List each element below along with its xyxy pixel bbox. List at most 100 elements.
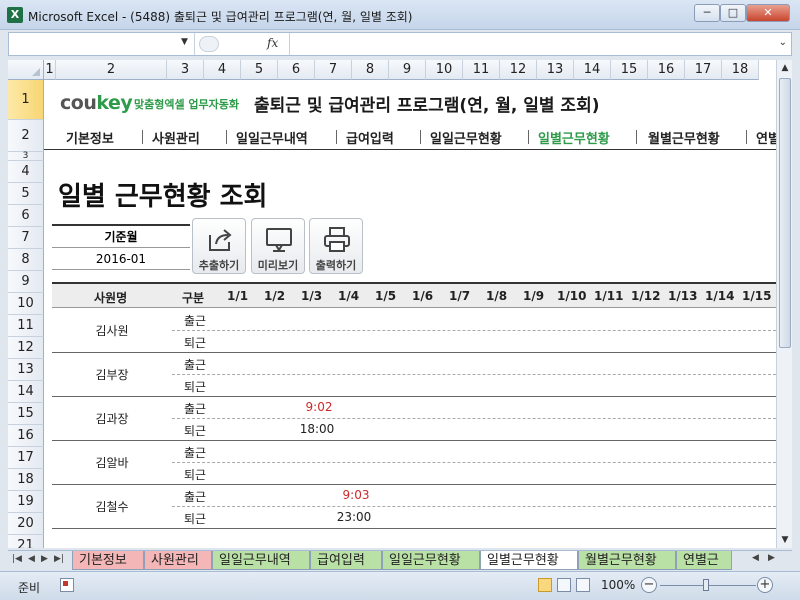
scroll-left-icon[interactable]: ◀ [752, 553, 759, 563]
worksheet-grid[interactable]: 1 2 3 4 5 6 7 8 9 10 11 12 13 14 15 16 17 18 1 2 3 4 5 6 7 8 9 10 1… [8, 60, 776, 548]
status-ready: 준비 [18, 581, 41, 595]
nav-salary-input[interactable]: 급여입력 [346, 128, 394, 147]
row-header[interactable]: 2 [8, 120, 44, 152]
row-header[interactable]: 6 [8, 205, 44, 227]
column-header[interactable]: 16 [648, 60, 685, 80]
row-header[interactable]: 5 [8, 183, 44, 205]
name-box[interactable] [9, 33, 195, 55]
column-header[interactable]: 14 [574, 60, 611, 80]
employee-row[interactable]: 김철수 출근 9:03 퇴근 23:00 [52, 485, 776, 529]
sheet-tab[interactable]: 사원관리 [144, 551, 212, 570]
next-sheet-icon[interactable]: ▶ [41, 554, 48, 564]
zoom-out-button[interactable]: − [641, 577, 657, 593]
clock-in-row: 출근 9:02 [172, 397, 776, 419]
row-header[interactable]: 4 [8, 161, 44, 183]
employee-row[interactable]: 김알바 출근 퇴근 [52, 441, 776, 485]
print-button[interactable]: 출력하기 [309, 218, 363, 274]
sheet-tab[interactable]: 기본정보 [72, 551, 144, 570]
first-sheet-icon[interactable]: |◀ [12, 554, 22, 564]
nav-daily-status[interactable]: 일일근무현황 [430, 128, 502, 147]
row-header[interactable]: 8 [8, 249, 44, 271]
column-header[interactable]: 9 [389, 60, 426, 80]
nav-yearly-status[interactable]: 연별 [756, 128, 776, 147]
export-button[interactable]: 추출하기 [192, 218, 246, 274]
sheet-tab[interactable]: 연별근 [676, 551, 732, 570]
formula-cancel-button[interactable] [199, 36, 219, 52]
column-header[interactable]: 13 [537, 60, 574, 80]
row-header[interactable]: 14 [8, 381, 44, 403]
clock-in-label: 출근 [184, 314, 207, 328]
zoom-slider-thumb[interactable] [703, 579, 709, 591]
column-header[interactable]: 11 [463, 60, 500, 80]
nav-monthly-status[interactable]: 월별근무현황 [648, 128, 720, 147]
nav-by-day-status[interactable]: 일별근무현황 [538, 128, 610, 147]
employee-row[interactable]: 김사원 출근 퇴근 [52, 309, 776, 353]
column-header[interactable]: 10 [426, 60, 463, 80]
row-header[interactable]: 19 [8, 491, 44, 513]
employee-row[interactable]: 김부장 출근 퇴근 [52, 353, 776, 397]
column-header[interactable]: 3 [167, 60, 204, 80]
macro-record-icon[interactable] [60, 578, 74, 592]
nav-employee-management[interactable]: 사원관리 [152, 128, 200, 147]
row-header[interactable]: 18 [8, 469, 44, 491]
column-header[interactable]: 1 [44, 60, 56, 80]
preview-button[interactable]: 미리보기 [251, 218, 305, 274]
row-header[interactable]: 1 [8, 80, 44, 120]
prev-sheet-icon[interactable]: ◀ [28, 554, 35, 564]
zoom-in-button[interactable]: + [757, 577, 773, 593]
row-header[interactable]: 9 [8, 271, 44, 293]
select-all-corner[interactable] [8, 60, 44, 80]
insert-function-button[interactable]: fx [267, 36, 278, 50]
sheet-tab[interactable]: 일일근무현황 [382, 551, 480, 570]
expand-formula-bar-icon[interactable]: ⌄ [779, 37, 787, 48]
column-header[interactable]: 8 [352, 60, 389, 80]
row-header[interactable]: 13 [8, 359, 44, 381]
page-break-preview-button[interactable] [576, 578, 590, 592]
row-header[interactable]: 12 [8, 337, 44, 359]
scroll-down-icon[interactable]: ▼ [777, 532, 793, 548]
row-header[interactable]: 3 [8, 151, 44, 161]
row-header[interactable]: 20 [8, 513, 44, 535]
base-month-input[interactable]: 2016-01 [52, 248, 190, 270]
row-header[interactable]: 10 [8, 293, 44, 315]
close-button[interactable]: ✕ [746, 4, 790, 22]
column-header[interactable]: 12 [500, 60, 537, 80]
scroll-up-icon[interactable]: ▲ [777, 60, 793, 76]
horizontal-scroll-arrows[interactable]: ◀ ▶ [748, 553, 792, 567]
row-header[interactable]: 16 [8, 425, 44, 447]
scroll-thumb[interactable] [779, 78, 791, 348]
row-header[interactable]: 15 [8, 403, 44, 425]
employee-row[interactable]: 김과장 출근 9:02 퇴근 18:00 [52, 397, 776, 441]
row-header[interactable]: 17 [8, 447, 44, 469]
header-day: 1/13 [668, 289, 698, 303]
row-header[interactable]: 7 [8, 227, 44, 249]
last-sheet-icon[interactable]: ▶| [54, 554, 64, 564]
formula-input[interactable] [289, 33, 769, 55]
column-header[interactable]: 7 [315, 60, 352, 80]
minimize-button[interactable]: ─ [694, 4, 720, 22]
sheet-tab[interactable]: 일별근무현황 [480, 551, 578, 570]
scroll-right-icon[interactable]: ▶ [768, 553, 775, 563]
zoom-level[interactable]: 100% [601, 578, 635, 592]
nav-separator [226, 130, 227, 144]
row-header[interactable]: 11 [8, 315, 44, 337]
name-box-dropdown-icon[interactable]: ▼ [181, 37, 188, 47]
sheet-tab[interactable]: 월별근무현황 [578, 551, 676, 570]
column-header[interactable]: 6 [278, 60, 315, 80]
row-header[interactable]: 21 [8, 535, 44, 548]
normal-view-button[interactable] [538, 578, 552, 592]
sheet-tab[interactable]: 급여입력 [310, 551, 382, 570]
column-header[interactable]: 5 [241, 60, 278, 80]
nav-daily-work-log[interactable]: 일일근무내역 [236, 128, 308, 147]
nav-basic-info[interactable]: 기본정보 [66, 128, 114, 147]
column-header[interactable]: 2 [56, 60, 167, 80]
column-header[interactable]: 15 [611, 60, 648, 80]
maximize-button[interactable]: □ [720, 4, 746, 22]
vertical-scrollbar[interactable]: ▲ ▼ [776, 60, 792, 548]
page-layout-view-button[interactable] [557, 578, 571, 592]
column-header[interactable]: 4 [204, 60, 241, 80]
column-header[interactable]: 17 [685, 60, 722, 80]
column-header[interactable]: 18 [722, 60, 759, 80]
nav-separator [528, 130, 529, 144]
sheet-tab[interactable]: 일일근무내역 [212, 551, 310, 570]
